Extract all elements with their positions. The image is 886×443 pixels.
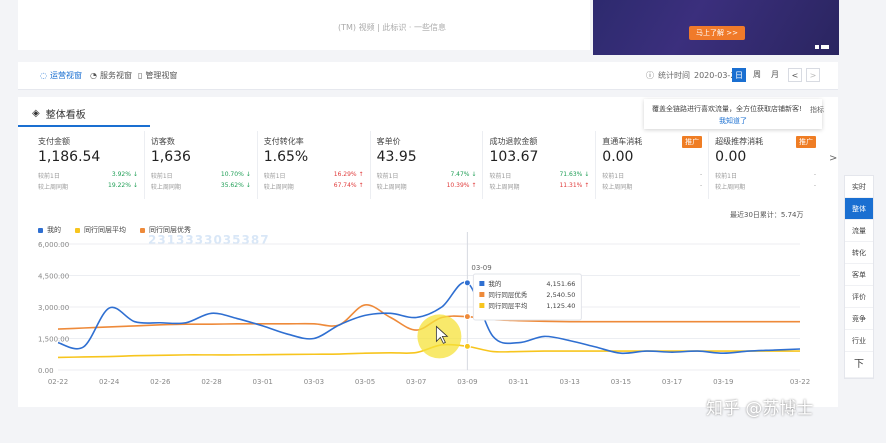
banner-button[interactable]: 马上了解 >> bbox=[689, 26, 745, 40]
tab-management[interactable]: ▯ 管理视窗 bbox=[138, 70, 177, 81]
credit-watermark: 知乎 @苏博士 bbox=[706, 399, 814, 419]
rail-item[interactable]: 转化 bbox=[845, 242, 873, 264]
period-day-button[interactable]: 日 bbox=[732, 68, 746, 82]
tooltip-series-value: 1,125.40 bbox=[546, 302, 575, 310]
hover-point bbox=[463, 313, 471, 321]
stat-time: ⓘ 统计时间 2020-03-22 bbox=[646, 70, 741, 81]
tooltip-date: 03-09 bbox=[471, 264, 491, 272]
y-tick-label: 4,500.00 bbox=[38, 273, 69, 281]
hover-point bbox=[463, 279, 471, 287]
x-tick-label: 03-13 bbox=[560, 378, 580, 386]
period-week-button[interactable]: 周 bbox=[750, 68, 764, 82]
x-tick-label: 03-05 bbox=[355, 378, 375, 386]
view-tabs: ◌ 运营视窗 ◔ 服务视窗 ▯ 管理视窗 ⓘ 统计时间 2020-03-22 日… bbox=[18, 62, 838, 90]
tooltip-series-name: 同行同层平均 bbox=[488, 301, 527, 310]
tooltip-series-value: 2,540.50 bbox=[546, 291, 575, 299]
tooltip-swatch bbox=[479, 292, 485, 297]
tooltip-swatch bbox=[479, 303, 485, 308]
dashboard-icon: ◌ bbox=[40, 71, 47, 80]
tab-service[interactable]: ◔ 服务视窗 bbox=[90, 70, 132, 81]
carousel-dot[interactable] bbox=[815, 45, 819, 49]
tab-label: 运营视窗 bbox=[49, 71, 82, 80]
rail-item[interactable]: 行业 bbox=[845, 330, 873, 352]
x-tick-label: 03-19 bbox=[713, 378, 733, 386]
top-card-text: (TM) 视频 | 此标识 · 一些信息 bbox=[338, 23, 446, 32]
x-tick-label: 03-11 bbox=[508, 378, 528, 386]
tooltip-swatch bbox=[479, 281, 485, 286]
x-tick-label: 03-17 bbox=[662, 378, 682, 386]
next-date-button[interactable]: > bbox=[806, 68, 820, 82]
rail-item[interactable]: 客单 bbox=[845, 264, 873, 286]
rail-item-active[interactable]: 整体 bbox=[845, 198, 873, 220]
tab-label: 服务视窗 bbox=[99, 71, 132, 80]
tab-label: 管理视窗 bbox=[145, 71, 178, 80]
trend-chart[interactable]: 6,000.00 4,500.00 3,000.00 1,500.00 0.00 02-2… bbox=[0, 97, 840, 397]
scroll-down-button[interactable]: 下 bbox=[845, 352, 873, 378]
hover-point bbox=[463, 342, 471, 350]
x-tick-label: 03-15 bbox=[611, 378, 631, 386]
prev-date-button[interactable]: < bbox=[788, 68, 802, 82]
rail-item[interactable]: 竞争 bbox=[845, 308, 873, 330]
period-month-button[interactable]: 月 bbox=[768, 68, 782, 82]
x-tick-label: 03-22 bbox=[790, 378, 810, 386]
x-tick-label: 02-26 bbox=[150, 378, 171, 386]
management-icon: ▯ bbox=[138, 71, 143, 80]
promo-banner[interactable]: 马上了解 >> bbox=[593, 0, 839, 55]
info-icon[interactable]: ⓘ bbox=[646, 70, 654, 81]
top-card: (TM) 视频 | 此标识 · 一些信息 bbox=[18, 0, 590, 50]
y-tick-label: 1,500.00 bbox=[38, 336, 69, 344]
y-tick-label: 3,000.00 bbox=[38, 304, 69, 312]
tooltip-series-name: 我的 bbox=[488, 279, 502, 288]
app-frame: (TM) 视频 | 此标识 · 一些信息 马上了解 >> ◌ 运营视窗 ◔ 服务… bbox=[0, 0, 886, 443]
tooltip-series-name: 同行同层优秀 bbox=[488, 290, 527, 299]
right-nav-rail: 实时 整体 流量 转化 客单 评价 竞争 行业 下 bbox=[844, 175, 874, 379]
carousel-dot-active[interactable] bbox=[821, 45, 829, 49]
service-icon: ◔ bbox=[90, 71, 97, 80]
x-tick-label: 03-09 bbox=[457, 378, 477, 386]
y-tick-label: 0.00 bbox=[38, 367, 54, 375]
x-tick-label: 02-22 bbox=[48, 378, 68, 386]
tooltip-series-value: 4,151.66 bbox=[546, 280, 575, 288]
rail-item[interactable]: 评价 bbox=[845, 286, 873, 308]
y-tick-label: 6,000.00 bbox=[38, 241, 69, 249]
rail-item[interactable]: 流量 bbox=[845, 220, 873, 242]
x-tick-label: 02-24 bbox=[99, 378, 120, 386]
x-tick-label: 03-03 bbox=[304, 378, 324, 386]
stat-time-label: 统计时间 bbox=[658, 71, 690, 80]
tab-operations[interactable]: ◌ 运营视窗 bbox=[40, 70, 82, 81]
x-tick-label: 03-01 bbox=[253, 378, 273, 386]
x-tick-label: 03-07 bbox=[406, 378, 426, 386]
x-tick-label: 02-28 bbox=[201, 378, 221, 386]
rail-item[interactable]: 实时 bbox=[845, 176, 873, 198]
